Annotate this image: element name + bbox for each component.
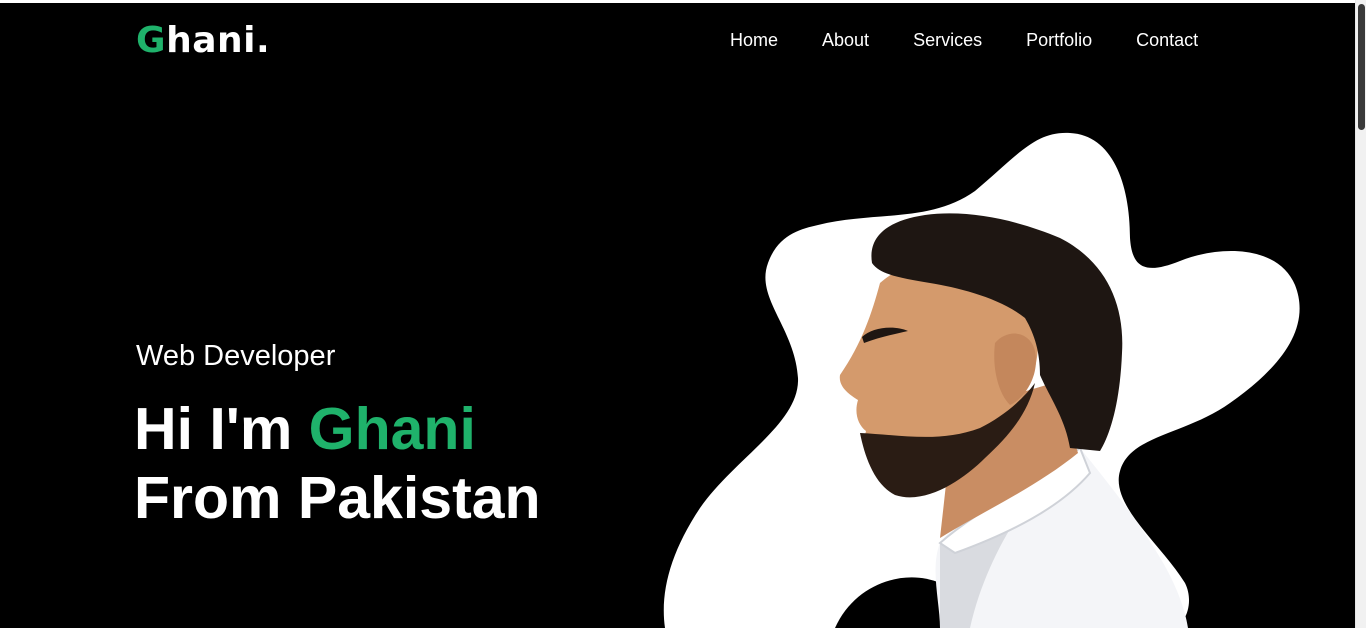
hero-title: Hi I'm Ghani From Pakistan [134, 395, 541, 533]
scrollbar-thumb[interactable] [1358, 4, 1365, 130]
nav-contact[interactable]: Contact [1136, 29, 1198, 51]
nav-about[interactable]: About [822, 29, 869, 51]
hero-greeting: Hi I'm [134, 396, 309, 462]
nav-services[interactable]: Services [913, 29, 982, 51]
site-logo[interactable]: Ghani. [136, 21, 270, 61]
main-nav: Home About Services Portfolio Contact [730, 29, 1198, 51]
hero-location: From Pakistan [134, 465, 541, 531]
nav-home[interactable]: Home [730, 29, 778, 51]
hero-portrait [663, 132, 1300, 628]
logo-dot: . [255, 20, 271, 61]
hero-name: Ghani [308, 396, 476, 462]
hero-section: Ghani. Home About Services Portfolio Con… [0, 3, 1355, 628]
nav-portfolio[interactable]: Portfolio [1026, 29, 1092, 51]
logo-initial: G [136, 20, 167, 61]
browser-viewport: Ghani. Home About Services Portfolio Con… [0, 0, 1366, 628]
hero-role: Web Developer [136, 340, 336, 372]
logo-text: hani [166, 20, 256, 61]
page-scrollbar[interactable] [1355, 0, 1366, 628]
